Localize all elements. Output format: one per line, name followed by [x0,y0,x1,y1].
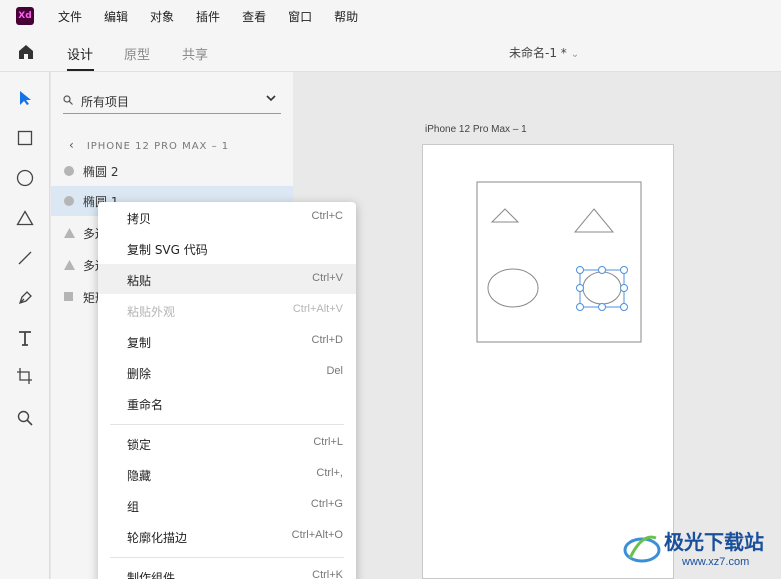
ctx-copy-svg-code[interactable]: 复制 SVG 代码 [98,233,356,263]
ctx-paste-appearance: 粘贴外观 Ctrl+Alt+V [98,295,356,325]
menu-items: 文件 编辑 对象 插件 查看 窗口 帮助 [58,8,380,25]
ctx-label: 复制 [127,336,152,350]
ellipse-shape [487,268,539,308]
line-icon[interactable] [15,248,35,268]
watermark-logo-icon [623,535,661,563]
artboard-shapes [476,181,642,343]
text-icon[interactable] [15,328,35,348]
selected-ellipse-shape [576,266,628,311]
ctx-label: 组 [127,500,140,514]
triangle-layer-icon [64,260,75,270]
triangle-layer-icon [64,228,75,238]
menu-bar: Xd 文件 编辑 对象 插件 查看 窗口 帮助 [0,0,781,32]
ctx-shortcut: Ctrl+G [310,498,343,510]
artboard-icon[interactable] [15,366,35,386]
ctx-shortcut: Ctrl+D [311,334,343,346]
ctx-make-component[interactable]: 制作组件 Ctrl+K [98,561,356,579]
ctx-rename[interactable]: 重命名 [98,388,356,418]
xd-logo: Xd [16,7,34,25]
ctx-shortcut: Ctrl+V [312,272,343,284]
tab-design[interactable]: 设计 [67,44,93,63]
layers-filter-value: 所有项目 [81,95,130,109]
ctx-lock[interactable]: 锁定 Ctrl+L [98,428,356,458]
context-menu: 拷贝 Ctrl+C 复制 SVG 代码 粘贴 Ctrl+V 粘贴外观 Ctrl+… [98,202,356,579]
top-toolbar: 设计 原型 共享 未命名-1 * ⌄ [0,32,781,72]
ctx-label: 删除 [127,367,152,381]
rectangle-icon[interactable] [15,128,35,148]
breadcrumb[interactable]: ‹ IPHONE 12 PRO MAX – 1 [69,138,229,152]
ctx-paste[interactable]: 粘贴 Ctrl+V [98,264,356,294]
ctx-shortcut: Del [326,365,343,377]
artboard-title[interactable]: iPhone 12 Pro Max – 1 [425,124,527,135]
active-tab-indicator [67,69,94,71]
ctx-label: 锁定 [127,438,152,452]
ctx-hide[interactable]: 隐藏 Ctrl+, [98,459,356,489]
watermark-url: www.xz7.com [682,556,750,568]
ctx-group[interactable]: 组 Ctrl+G [98,490,356,520]
ctx-shortcut: Ctrl+K [312,569,343,579]
ctx-outline-stroke[interactable]: 轮廓化描边 Ctrl+Alt+O [98,521,356,551]
ellipse-layer-icon [64,166,74,176]
ctx-label: 复制 SVG 代码 [127,243,208,257]
select-arrow-icon[interactable] [15,88,35,108]
ctx-label: 粘贴 [127,274,152,288]
document-title[interactable]: 未命名-1 * ⌄ [509,44,579,61]
artboard[interactable] [422,144,674,579]
ctx-separator [110,424,344,425]
rectangle-layer-icon [64,292,73,301]
ctx-duplicate[interactable]: 复制 Ctrl+D [98,326,356,356]
tab-prototype[interactable]: 原型 [124,44,150,63]
watermark-title: 极光下载站 [664,530,764,554]
layer-row[interactable]: 椭圆 2 [51,156,293,186]
menu-plugins[interactable]: 插件 [196,8,220,25]
triangle-icon[interactable] [15,208,35,228]
search-icon [63,95,73,105]
zoom-icon[interactable] [15,408,35,428]
menu-view[interactable]: 查看 [242,8,266,25]
ctx-shortcut: Ctrl+L [313,436,343,448]
layers-filter-dropdown[interactable]: 所有项目 [63,88,281,114]
chevron-down-icon: ⌄ [570,49,580,60]
home-icon[interactable] [16,42,36,62]
large-triangle-shape [573,208,615,233]
ctx-label: 制作组件 [127,571,176,579]
ctx-shortcut: Ctrl+Alt+O [291,529,343,541]
breadcrumb-label: IPHONE 12 PRO MAX – 1 [86,141,230,152]
ctx-delete[interactable]: 删除 Del [98,357,356,387]
layer-label: 椭圆 2 [83,165,119,179]
ellipse-icon[interactable] [15,168,35,188]
ctx-shortcut: Ctrl+C [311,210,343,222]
ctx-label: 重命名 [127,398,164,412]
tab-share[interactable]: 共享 [182,44,208,63]
ellipse-layer-icon [64,196,74,206]
rectangle-shape [476,181,642,343]
menu-edit[interactable]: 编辑 [104,8,128,25]
ctx-shortcut: Ctrl+Alt+V [292,303,343,315]
ctx-label: 隐藏 [127,469,152,483]
ctx-separator [110,557,344,558]
ctx-shortcut: Ctrl+, [316,467,343,479]
ctx-label: 拷贝 [127,212,152,226]
menu-help[interactable]: 帮助 [334,8,358,25]
watermark: 极光下载站 www.xz7.com [622,524,781,574]
ctx-copy[interactable]: 拷贝 Ctrl+C [98,202,356,232]
menu-object[interactable]: 对象 [150,8,174,25]
menu-file[interactable]: 文件 [58,8,82,25]
ctx-label: 粘贴外观 [127,305,176,319]
document-title-text: 未命名-1 * [509,46,567,60]
menu-window[interactable]: 窗口 [288,8,312,25]
ctx-label: 轮廓化描边 [127,531,188,545]
chevron-down-icon [266,95,276,102]
chevron-left-icon[interactable]: ‹ [69,138,75,152]
tool-strip [0,72,50,579]
small-triangle-shape [490,208,520,223]
pen-icon[interactable] [15,288,35,308]
